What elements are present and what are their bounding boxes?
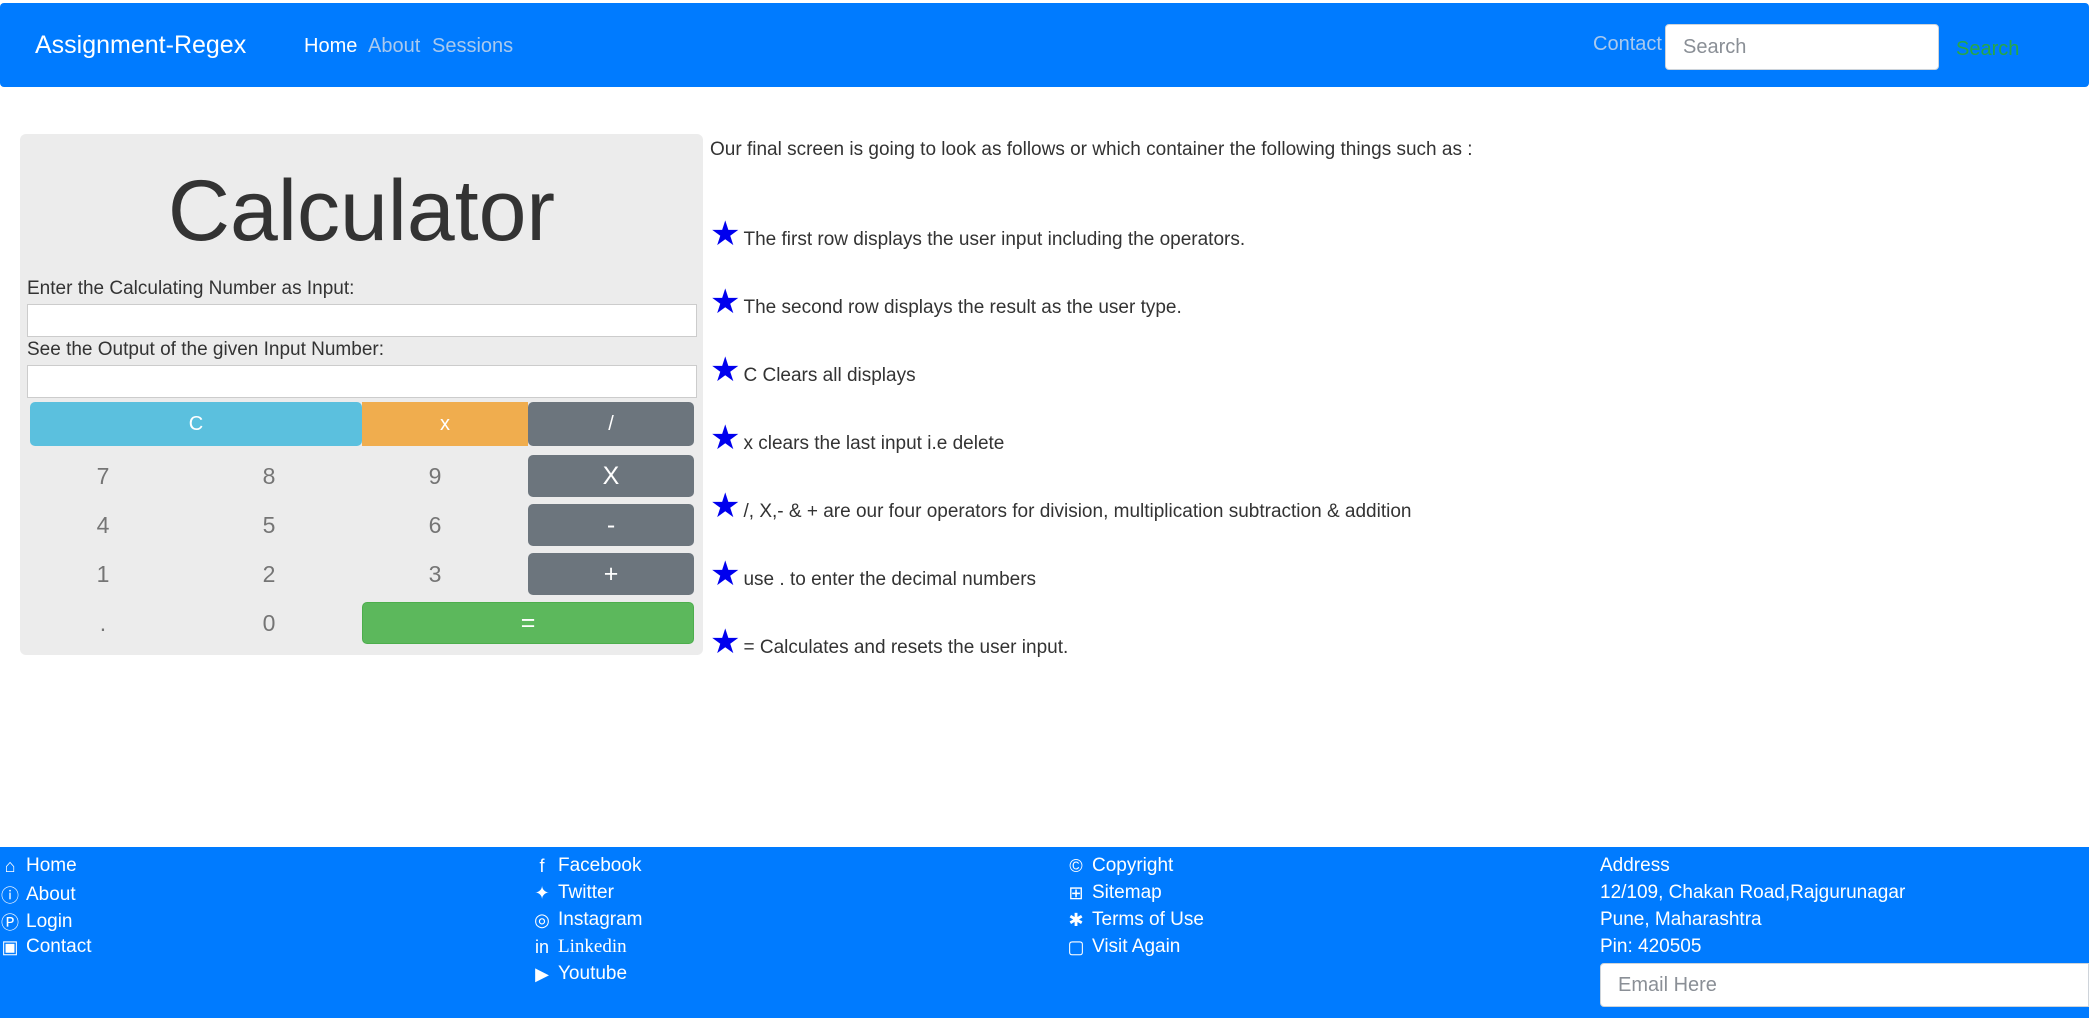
feature-item: ★ The second row displays the result as …: [710, 285, 1182, 319]
digit-2-button[interactable]: 2: [196, 553, 342, 595]
footer-link-label: Contact: [26, 936, 92, 957]
footer-link-label: Copyright: [1092, 855, 1174, 876]
feature-item: ★ x clears the last input i.e delete: [710, 421, 1004, 455]
digit-6-button[interactable]: 6: [362, 504, 508, 546]
linkedin-icon: in: [534, 936, 549, 957]
info-icon: ⓘ: [1, 886, 19, 906]
footer-link-label: Instagram: [558, 909, 643, 930]
footer-link-label: Login: [26, 911, 73, 932]
divide-button[interactable]: /: [528, 402, 694, 446]
nav-home-link[interactable]: Home: [304, 35, 357, 58]
footer-terms-link[interactable]: ✱ Terms of Use: [1066, 909, 1204, 931]
decimal-button[interactable]: .: [30, 602, 176, 644]
digit-1-button[interactable]: 1: [30, 553, 176, 595]
top-navbar: Assignment-Regex Home About Sessions Con…: [0, 3, 2089, 87]
feature-text: The second row displays the result as th…: [743, 297, 1182, 318]
star-icon: ★: [710, 215, 741, 253]
instructions-intro: Our final screen is going to look as fol…: [710, 139, 1473, 160]
footer-link-label: About: [26, 884, 76, 905]
star-icon: ★: [710, 623, 741, 661]
digit-8-button[interactable]: 8: [196, 455, 342, 497]
footer-contact-link[interactable]: ▣ Contact: [0, 936, 91, 958]
feature-text: /, X,- & + are our four operators for di…: [743, 501, 1412, 522]
address-heading: Address: [1600, 855, 1670, 876]
footer-link-label: Visit Again: [1092, 936, 1181, 957]
footer-linkedin-link[interactable]: in Linkedin: [532, 936, 627, 958]
home-icon: ⌂: [4, 855, 16, 876]
digit-7-button[interactable]: 7: [30, 455, 176, 497]
note-icon: ▢: [1067, 936, 1085, 957]
copyright-icon: ©: [1069, 855, 1083, 876]
footer-home-link[interactable]: ⌂ Home: [0, 855, 77, 877]
output-label: See the Output of the given Input Number…: [27, 339, 385, 360]
star-icon: ★: [710, 555, 741, 593]
feature-text: = Calculates and resets the user input.: [743, 637, 1069, 658]
feature-item: ★ use . to enter the decimal numbers: [710, 557, 1036, 591]
calculator-panel: Calculator Enter the Calculating Number …: [20, 134, 703, 655]
input-label: Enter the Calculating Number as Input:: [27, 278, 355, 299]
address-line: Pune, Maharashtra: [1600, 909, 1762, 930]
equals-button[interactable]: =: [362, 602, 694, 644]
minus-button[interactable]: -: [528, 504, 694, 546]
plus-button[interactable]: +: [528, 553, 694, 595]
footer-youtube-link[interactable]: ▶ Youtube: [532, 963, 627, 985]
footer-link-label: Linkedin: [558, 936, 627, 957]
footer-copyright-link[interactable]: © Copyright: [1066, 855, 1173, 877]
footer-facebook-link[interactable]: f Facebook: [532, 855, 641, 877]
nav-sessions-link[interactable]: Sessions: [432, 35, 513, 58]
feature-item: ★ /, X,- & + are our four operators for …: [710, 489, 1411, 523]
multiply-button[interactable]: X: [528, 455, 694, 497]
youtube-icon: ▶: [535, 963, 549, 984]
login-icon: Ⓟ: [1, 913, 19, 933]
footer-link-label: Twitter: [558, 882, 614, 903]
search-input[interactable]: [1665, 24, 1939, 70]
brand-logo[interactable]: Assignment-Regex: [35, 31, 246, 60]
feature-text: use . to enter the decimal numbers: [743, 569, 1037, 590]
clear-button[interactable]: C: [30, 402, 362, 446]
footer-instagram-link[interactable]: ◎ Instagram: [532, 909, 642, 931]
feature-text: x clears the last input i.e delete: [743, 433, 1005, 454]
star-icon: ★: [710, 419, 741, 457]
footer-about-link[interactable]: ⓘ About: [0, 882, 76, 908]
asterisk-icon: ✱: [1068, 909, 1084, 930]
star-icon: ★: [710, 283, 741, 321]
address-line: 12/109, Chakan Road,Rajgurunagar: [1600, 882, 1906, 903]
calculator-title: Calculator: [167, 163, 556, 259]
footer-sitemap-link[interactable]: ⊞ Sitemap: [1066, 882, 1162, 904]
nav-about-link[interactable]: About: [368, 35, 420, 58]
digit-3-button[interactable]: 3: [362, 553, 508, 595]
footer-link-label: Youtube: [558, 963, 628, 984]
sitemap-icon: ⊞: [1068, 882, 1084, 903]
digit-5-button[interactable]: 5: [196, 504, 342, 546]
digit-0-button[interactable]: 0: [196, 602, 342, 644]
search-button[interactable]: Search: [1956, 38, 2019, 61]
footer-link-label: Facebook: [558, 855, 642, 876]
footer-visit-again-link[interactable]: ▢ Visit Again: [1066, 936, 1180, 958]
address-pin: Pin: 420505: [1600, 936, 1702, 957]
footer-twitter-link[interactable]: ✦ Twitter: [532, 882, 614, 904]
site-footer: ⌂ Home ⓘ About Ⓟ Login ▣ Contact f Facebook ✦…: [0, 847, 2089, 1018]
twitter-icon: ✦: [534, 882, 550, 903]
feature-item: ★ C Clears all displays: [710, 353, 916, 387]
footer-link-label: Sitemap: [1092, 882, 1162, 903]
backspace-button[interactable]: x: [362, 402, 528, 446]
star-icon: ★: [710, 487, 741, 525]
facebook-icon: f: [539, 855, 545, 876]
footer-link-label: Terms of Use: [1092, 909, 1204, 930]
digit-4-button[interactable]: 4: [30, 504, 176, 546]
nav-contact-link[interactable]: Contact: [1593, 33, 1662, 56]
calculator-input-field[interactable]: [27, 304, 697, 337]
instagram-icon: ◎: [534, 909, 550, 930]
star-icon: ★: [710, 351, 741, 389]
email-input[interactable]: [1600, 963, 2089, 1007]
feature-text: C Clears all displays: [743, 365, 916, 386]
contact-card-icon: ▣: [1, 936, 19, 957]
feature-item: ★ The first row displays the user input …: [710, 217, 1245, 251]
feature-item: ★ = Calculates and resets the user input…: [710, 625, 1068, 659]
calculator-output-field[interactable]: [27, 365, 697, 398]
footer-login-link[interactable]: Ⓟ Login: [0, 909, 73, 935]
digit-9-button[interactable]: 9: [362, 455, 508, 497]
feature-text: The first row displays the user input in…: [743, 229, 1246, 250]
footer-link-label: Home: [26, 855, 77, 876]
